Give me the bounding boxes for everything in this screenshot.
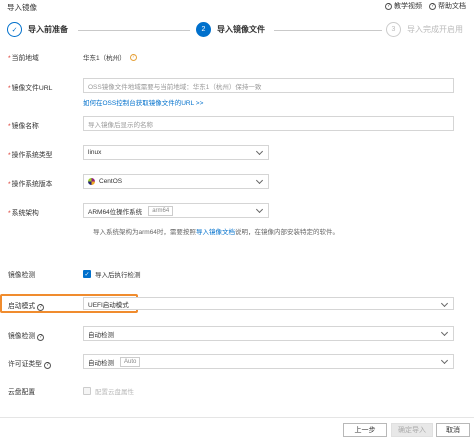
tutorial-link[interactable]: ? 教学视频 — [385, 1, 422, 11]
help-circle-icon: ? — [43, 362, 51, 369]
arch-tag: arm64 — [148, 205, 174, 216]
dialog-title: 导入镜像 — [7, 3, 37, 12]
help-circle-icon: ? — [385, 2, 392, 10]
cloud-disk-checkbox[interactable]: 配置云盘属性 — [83, 386, 134, 396]
chevron-down-icon — [255, 176, 264, 185]
region-label: *当前地域 — [8, 55, 39, 62]
check-mode-label: 镜像检测 ? — [8, 330, 45, 341]
chevron-down-icon — [440, 328, 449, 337]
title-bar: 导入镜像 ? 教学视频 ? 帮助文档 — [0, 0, 474, 12]
arch-select[interactable]: ARM64位操作系统 arm64 — [83, 203, 269, 218]
import-doc-link[interactable]: 导入镜像文档 — [196, 229, 235, 236]
check-mode-select[interactable]: 自动检测 — [83, 326, 454, 341]
license-tag: Auto — [120, 356, 141, 367]
step-label: 导入镜像文件 — [217, 25, 265, 34]
dialog-footer: 上一步 确定导入 取消 — [0, 417, 474, 439]
step-2: 2 导入镜像文件 — [196, 22, 265, 37]
image-url-label: *镜像文件URL — [8, 85, 53, 92]
info-icon: ? — [129, 53, 137, 61]
centos-logo-icon — [88, 178, 95, 185]
license-label: 许可证类型 ? — [8, 358, 51, 369]
arch-hint: 导入系统架构为arm64时，需要按照导入镜像文档说明，在镜像内部安装特定的软件。 — [93, 229, 339, 236]
step-label: 导入前准备 — [28, 25, 68, 34]
image-check-checkbox[interactable]: ✓ 导入后执行检测 — [83, 269, 141, 279]
step-connector — [78, 30, 190, 31]
help-circle-icon: ? — [37, 304, 45, 311]
step-number: 2 — [196, 22, 211, 37]
cloud-disk-label: 云盘配置 — [8, 389, 36, 396]
step-indicator: ✓ 导入前准备 2 导入镜像文件 3 导入完成开启用 — [0, 19, 474, 43]
check-icon: ✓ — [7, 22, 22, 37]
os-type-label: *操作系统类型 — [8, 152, 53, 159]
image-check-label: 镜像检测 — [8, 272, 36, 279]
boot-mode-label: 启动模式 ? — [8, 300, 45, 311]
os-version-select[interactable]: CentOS — [83, 174, 269, 189]
checkmark-icon: ✓ — [83, 270, 91, 278]
step-connector — [274, 30, 382, 31]
checkbox-icon — [83, 387, 91, 395]
help-links: ? 教学视频 ? 帮助文档 — [385, 1, 466, 11]
step-number: 3 — [386, 22, 401, 37]
image-url-input[interactable]: OSS镜像文件地域需要与当前地域：华东1（杭州）保持一致 — [83, 78, 454, 93]
chevron-down-icon — [255, 147, 264, 156]
confirm-import-button[interactable]: 确定导入 — [391, 423, 433, 437]
chevron-down-icon — [255, 205, 264, 214]
help-circle-icon: ? — [37, 334, 45, 341]
os-type-select[interactable]: linux — [83, 145, 269, 160]
chevron-down-icon — [440, 299, 449, 308]
help-doc-link[interactable]: ? 帮助文档 — [429, 1, 466, 11]
license-select[interactable]: 自动检测 Auto — [83, 354, 454, 369]
help-circle-icon: ? — [429, 2, 436, 10]
cancel-button[interactable]: 取消 — [436, 423, 470, 437]
oss-url-help-link[interactable]: 如何在OSS控制台获取镜像文件的URL >> — [83, 97, 203, 107]
image-name-input[interactable]: 导入镜像后显示的名称 — [83, 116, 454, 131]
os-version-label: *操作系统版本 — [8, 181, 53, 188]
previous-button[interactable]: 上一步 — [343, 423, 387, 437]
arch-label: *系统架构 — [8, 210, 39, 217]
step-label: 导入完成开启用 — [407, 25, 463, 34]
chevron-down-icon — [440, 356, 449, 365]
image-name-label: *镜像名称 — [8, 123, 39, 130]
region-value: 华东1（杭州）? — [83, 52, 137, 62]
step-1: ✓ 导入前准备 — [7, 22, 68, 37]
boot-mode-select[interactable]: UEFI启动模式 — [83, 297, 454, 310]
step-3: 3 导入完成开启用 — [386, 22, 463, 37]
